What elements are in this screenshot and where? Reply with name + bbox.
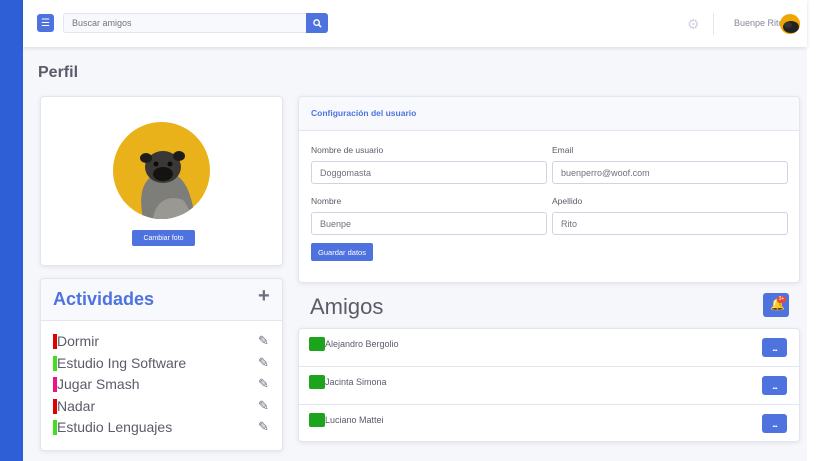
friend-avatar (309, 375, 325, 389)
search-icon (312, 18, 322, 28)
surname-field[interactable] (552, 212, 788, 235)
activities-card: Actividades + Dormir ✎ Estudio Ing Softw… (40, 278, 283, 451)
search-input[interactable] (63, 13, 306, 33)
activity-item[interactable]: Jugar Smash ✎ (53, 374, 277, 396)
user-name[interactable]: Buenpe Rito (734, 18, 784, 28)
activity-item[interactable]: Dormir ✎ (53, 331, 277, 353)
activities-list: Dormir ✎ Estudio Ing Software ✎ Jugar Sm… (53, 331, 277, 439)
dog-avatar-icon (783, 21, 799, 33)
friend-name: Luciano Mattei (325, 415, 384, 425)
add-activity-icon[interactable]: + (258, 285, 270, 308)
more-options-button[interactable]: ... (762, 376, 787, 395)
name-field[interactable] (311, 212, 547, 235)
friend-name: Jacinta Simona (325, 377, 387, 387)
search-button[interactable] (306, 13, 328, 33)
activities-header: Actividades + (41, 279, 282, 321)
activities-title: Actividades (53, 289, 155, 309)
config-title: Configuración del usuario (311, 108, 417, 118)
email-label: Email (552, 145, 574, 155)
more-options-button[interactable]: ... (762, 414, 787, 433)
activity-item[interactable]: Estudio Lenguajes ✎ (53, 417, 277, 439)
username-label: Nombre de usuario (311, 145, 384, 155)
user-config-card: Configuración del usuario Nombre de usua… (298, 96, 800, 283)
list-item[interactable]: Jacinta Simona ... (299, 367, 799, 405)
name-label: Nombre (311, 196, 342, 206)
config-header: Configuración del usuario (299, 97, 799, 131)
avatar[interactable] (780, 14, 800, 34)
page-title: Perfil (38, 64, 79, 81)
friends-card: Alejandro Bergolio ... Jacinta Simona ..… (298, 328, 800, 442)
right-edge (807, 0, 816, 461)
pencil-icon[interactable]: ✎ (258, 376, 269, 392)
save-button[interactable]: Guardar datos (311, 243, 373, 261)
surname-label: Apellido (552, 196, 583, 206)
friends-title: Amigos (310, 294, 384, 319)
activity-label: Estudio Lenguajes (57, 419, 173, 435)
friend-avatar (309, 413, 325, 427)
main-content: Perfil Cambiar foto Actividades + Dormir… (23, 47, 807, 461)
username-field[interactable] (311, 161, 547, 184)
friend-avatar (309, 337, 325, 351)
friend-name: Alejandro Bergolio (325, 339, 399, 349)
pencil-icon[interactable]: ✎ (258, 398, 269, 414)
topbar: ☰ ⚙ Buenpe Rito (23, 0, 807, 47)
activity-label: Estudio Ing Software (57, 354, 187, 371)
activity-item[interactable]: Estudio Ing Software ✎ (53, 353, 277, 375)
activity-label: Nadar (57, 397, 96, 414)
email-field[interactable] (552, 161, 788, 184)
gear-icon[interactable]: ⚙ (687, 17, 701, 31)
activity-item[interactable]: Nadar ✎ (53, 396, 277, 418)
sidebar-strip (0, 0, 23, 461)
list-item[interactable]: Alejandro Bergolio ... (299, 329, 799, 367)
activity-label: Dormir (57, 333, 99, 349)
pug-photo (140, 151, 195, 219)
topbar-divider (713, 13, 714, 35)
notification-badge: 3+ (777, 296, 786, 303)
menu-button[interactable]: ☰ (37, 14, 54, 32)
notifications-button[interactable]: 🔔 3+ (763, 293, 789, 317)
profile-photo (113, 122, 210, 219)
more-options-button[interactable]: ... (762, 338, 787, 357)
hamburger-icon: ☰ (41, 17, 50, 29)
pencil-icon[interactable]: ✎ (258, 419, 269, 435)
change-photo-button[interactable]: Cambiar foto (132, 230, 195, 246)
profile-card: Cambiar foto (40, 96, 283, 266)
pencil-icon[interactable]: ✎ (258, 355, 269, 371)
list-item[interactable]: Luciano Mattei ... (299, 405, 799, 443)
pencil-icon[interactable]: ✎ (258, 333, 269, 349)
activity-label: Jugar Smash (57, 376, 140, 392)
